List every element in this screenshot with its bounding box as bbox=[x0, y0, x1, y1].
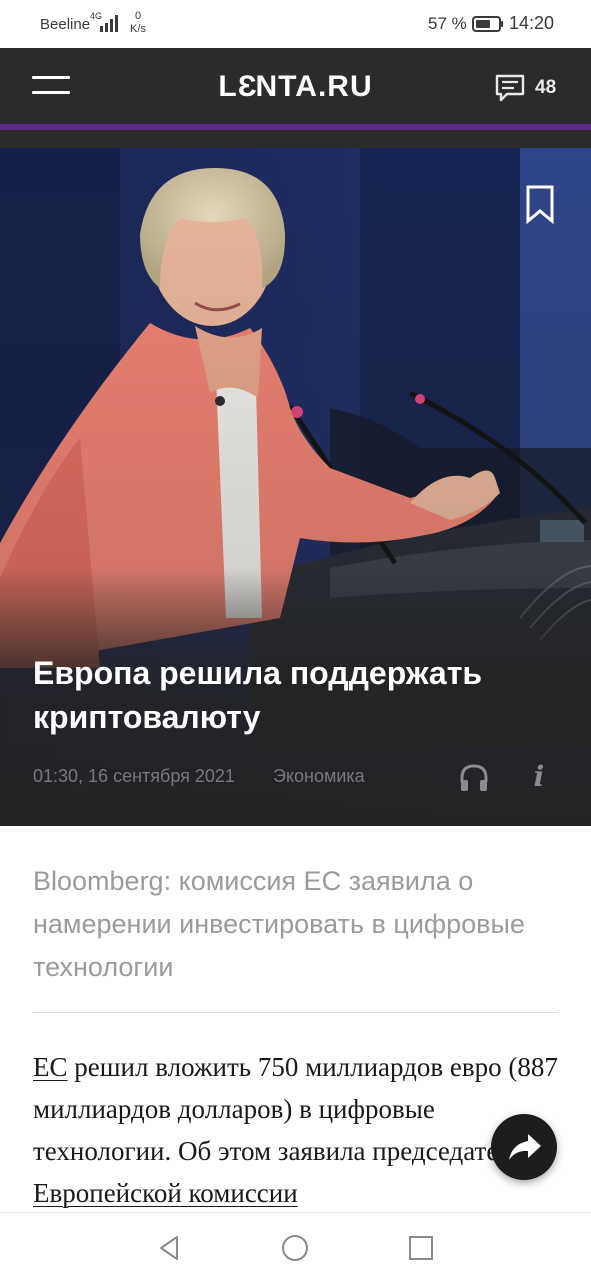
header-gap bbox=[0, 130, 591, 148]
comments-button[interactable]: 48 bbox=[494, 72, 566, 106]
article-rubric-link[interactable]: Экономика bbox=[273, 766, 365, 787]
clock: 14:20 bbox=[509, 13, 555, 33]
app-header: LƐNTA.RU 48 bbox=[0, 48, 591, 124]
article-hero: Европа решила поддержать криптовалюту 01… bbox=[0, 148, 591, 826]
article-title: Европа решила поддержать криптовалюту bbox=[33, 655, 483, 735]
back-icon[interactable] bbox=[154, 1233, 184, 1263]
battery-icon bbox=[472, 16, 503, 32]
battery-percent: 57 % bbox=[428, 14, 467, 33]
article-subtitle: Bloomberg: комиссия ЕС заявила о намерен… bbox=[33, 866, 525, 982]
body-link-eu[interactable]: ЕС bbox=[33, 1052, 68, 1082]
bookmark-icon[interactable] bbox=[524, 184, 556, 224]
share-button[interactable] bbox=[491, 1114, 557, 1180]
headphones-icon[interactable] bbox=[458, 762, 490, 794]
data-speed-value: 0 bbox=[134, 10, 142, 22]
home-icon[interactable] bbox=[280, 1233, 310, 1263]
article-date: 01:30, 16 сентября 2021 bbox=[33, 766, 235, 786]
system-nav-bar bbox=[0, 1212, 591, 1280]
status-bar: Beeline 4G 0 K/s 57 % 14:20 bbox=[0, 0, 591, 48]
info-icon[interactable]: i bbox=[528, 760, 550, 796]
body-link-european-commission[interactable]: Европейской комиссии bbox=[33, 1178, 298, 1208]
divider bbox=[33, 1012, 558, 1013]
body-text: решил вложить 750 миллиардов евро (887 м… bbox=[33, 1052, 558, 1166]
data-speed: 0 K/s bbox=[127, 10, 149, 36]
comment-icon bbox=[495, 74, 525, 102]
recent-apps-icon[interactable] bbox=[406, 1233, 436, 1263]
signal-icon bbox=[100, 15, 118, 32]
article-body: ЕС решил вложить 750 миллиардов евро (88… bbox=[33, 1046, 573, 1214]
share-icon bbox=[509, 1134, 541, 1160]
comments-count: 48 bbox=[535, 77, 557, 98]
data-speed-unit: K/s bbox=[130, 23, 146, 35]
carrier-name: Beeline bbox=[40, 16, 91, 33]
